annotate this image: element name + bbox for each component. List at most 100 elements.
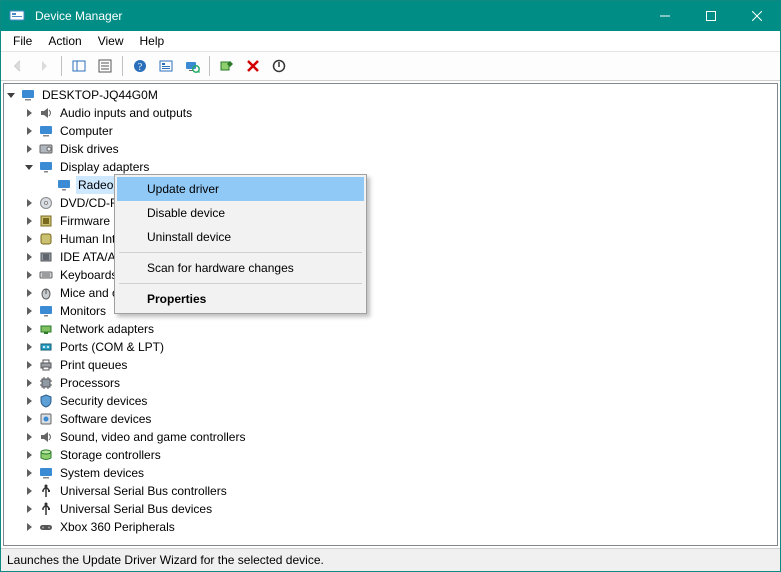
context-menu-item[interactable]: Properties	[117, 287, 364, 311]
no-children	[40, 178, 54, 192]
network-icon	[38, 321, 54, 337]
toolbar: ?	[1, 52, 780, 81]
close-button[interactable]	[734, 1, 780, 31]
minimize-button[interactable]	[642, 1, 688, 31]
context-menu-separator	[119, 252, 362, 253]
titlebar: Device Manager	[1, 1, 780, 31]
chevron-right-icon[interactable]	[22, 412, 36, 426]
tree-node[interactable]: Print queues	[4, 356, 777, 374]
toolbar-separator	[122, 56, 123, 76]
chevron-right-icon[interactable]	[22, 430, 36, 444]
node-label: Audio inputs and outputs	[58, 104, 194, 122]
chevron-right-icon[interactable]	[22, 502, 36, 516]
firmware-icon	[38, 213, 54, 229]
chevron-right-icon[interactable]	[22, 214, 36, 228]
hid-icon	[38, 231, 54, 247]
disable-icon	[271, 58, 287, 74]
chevron-right-icon[interactable]	[22, 142, 36, 156]
chevron-right-icon[interactable]	[22, 520, 36, 534]
tree-node[interactable]: Network adapters	[4, 320, 777, 338]
node-label: Print queues	[58, 356, 129, 374]
tree-node[interactable]: Disk drives	[4, 140, 777, 158]
show-hidden-icon	[158, 58, 174, 74]
tree-node[interactable]: Universal Serial Bus controllers	[4, 482, 777, 500]
help-icon: ?	[132, 58, 148, 74]
menu-view[interactable]: View	[90, 32, 132, 50]
device-tree[interactable]: DESKTOP-JQ44G0M Audio inputs and outputs…	[3, 83, 778, 546]
back-button[interactable]	[6, 54, 30, 78]
chevron-right-icon[interactable]	[22, 322, 36, 336]
menu-action[interactable]: Action	[40, 32, 89, 50]
chevron-right-icon[interactable]	[22, 232, 36, 246]
chevron-right-icon[interactable]	[22, 124, 36, 138]
chevron-down-icon[interactable]	[4, 88, 18, 102]
tree-node[interactable]: Storage controllers	[4, 446, 777, 464]
chevron-right-icon[interactable]	[22, 196, 36, 210]
chevron-right-icon[interactable]	[22, 448, 36, 462]
show-hide-console-tree-button[interactable]	[67, 54, 91, 78]
context-menu-item[interactable]: Scan for hardware changes	[117, 256, 364, 280]
disk-icon	[38, 141, 54, 157]
tree-root[interactable]: DESKTOP-JQ44G0M	[4, 86, 777, 104]
uninstall-device-button[interactable]	[241, 54, 265, 78]
show-hidden-devices-button[interactable]	[154, 54, 178, 78]
node-label: Xbox 360 Peripherals	[58, 518, 177, 536]
node-label: System devices	[58, 464, 146, 482]
node-label: Processors	[58, 374, 122, 392]
node-label: Universal Serial Bus devices	[58, 500, 214, 518]
dvd-icon	[38, 195, 54, 211]
properties-button[interactable]	[93, 54, 117, 78]
properties-icon	[97, 58, 113, 74]
chevron-right-icon[interactable]	[22, 394, 36, 408]
tree-node[interactable]: Security devices	[4, 392, 777, 410]
ide-icon	[38, 249, 54, 265]
tree-node[interactable]: Processors	[4, 374, 777, 392]
menubar: File Action View Help	[1, 31, 780, 52]
xbox-icon	[38, 519, 54, 535]
chevron-right-icon[interactable]	[22, 268, 36, 282]
status-text: Launches the Update Driver Wizard for th…	[7, 553, 324, 567]
scan-for-hardware-changes-button[interactable]	[180, 54, 204, 78]
tree-node[interactable]: Sound, video and game controllers	[4, 428, 777, 446]
toolbar-separator	[61, 56, 62, 76]
context-menu-item[interactable]: Uninstall device	[117, 225, 364, 249]
update-driver-button[interactable]	[215, 54, 239, 78]
tree-node[interactable]: Audio inputs and outputs	[4, 104, 777, 122]
context-menu-item[interactable]: Update driver	[117, 177, 364, 201]
tree-node[interactable]: Computer	[4, 122, 777, 140]
svg-text:?: ?	[138, 62, 143, 73]
back-icon	[10, 58, 26, 74]
chevron-right-icon[interactable]	[22, 250, 36, 264]
storage-icon	[38, 447, 54, 463]
chevron-right-icon[interactable]	[22, 286, 36, 300]
chevron-right-icon[interactable]	[22, 106, 36, 120]
tree-node[interactable]: Software devices	[4, 410, 777, 428]
disable-device-button[interactable]	[267, 54, 291, 78]
maximize-button[interactable]	[688, 1, 734, 31]
chevron-right-icon[interactable]	[22, 304, 36, 318]
menu-help[interactable]: Help	[132, 32, 173, 50]
computer-icon	[20, 87, 36, 103]
help-button[interactable]: ?	[128, 54, 152, 78]
tree-node[interactable]: System devices	[4, 464, 777, 482]
menu-file[interactable]: File	[5, 32, 40, 50]
forward-button[interactable]	[32, 54, 56, 78]
chevron-right-icon[interactable]	[22, 358, 36, 372]
computer-icon	[38, 123, 54, 139]
context-menu-item[interactable]: Disable device	[117, 201, 364, 225]
chevron-right-icon[interactable]	[22, 376, 36, 390]
chevron-down-icon[interactable]	[22, 160, 36, 174]
node-label: DESKTOP-JQ44G0M	[40, 86, 160, 104]
status-bar: Launches the Update Driver Wizard for th…	[1, 548, 780, 571]
forward-icon	[36, 58, 52, 74]
tree-node[interactable]: Universal Serial Bus devices	[4, 500, 777, 518]
chevron-right-icon[interactable]	[22, 466, 36, 480]
tree-node[interactable]: Ports (COM & LPT)	[4, 338, 777, 356]
tree-node[interactable]: Xbox 360 Peripherals	[4, 518, 777, 536]
chevron-right-icon[interactable]	[22, 340, 36, 354]
chevron-right-icon[interactable]	[22, 484, 36, 498]
node-label: Network adapters	[58, 320, 156, 338]
context-menu: Update driverDisable deviceUninstall dev…	[114, 174, 367, 314]
node-label: Sound, video and game controllers	[58, 428, 247, 446]
app-icon	[9, 8, 25, 24]
